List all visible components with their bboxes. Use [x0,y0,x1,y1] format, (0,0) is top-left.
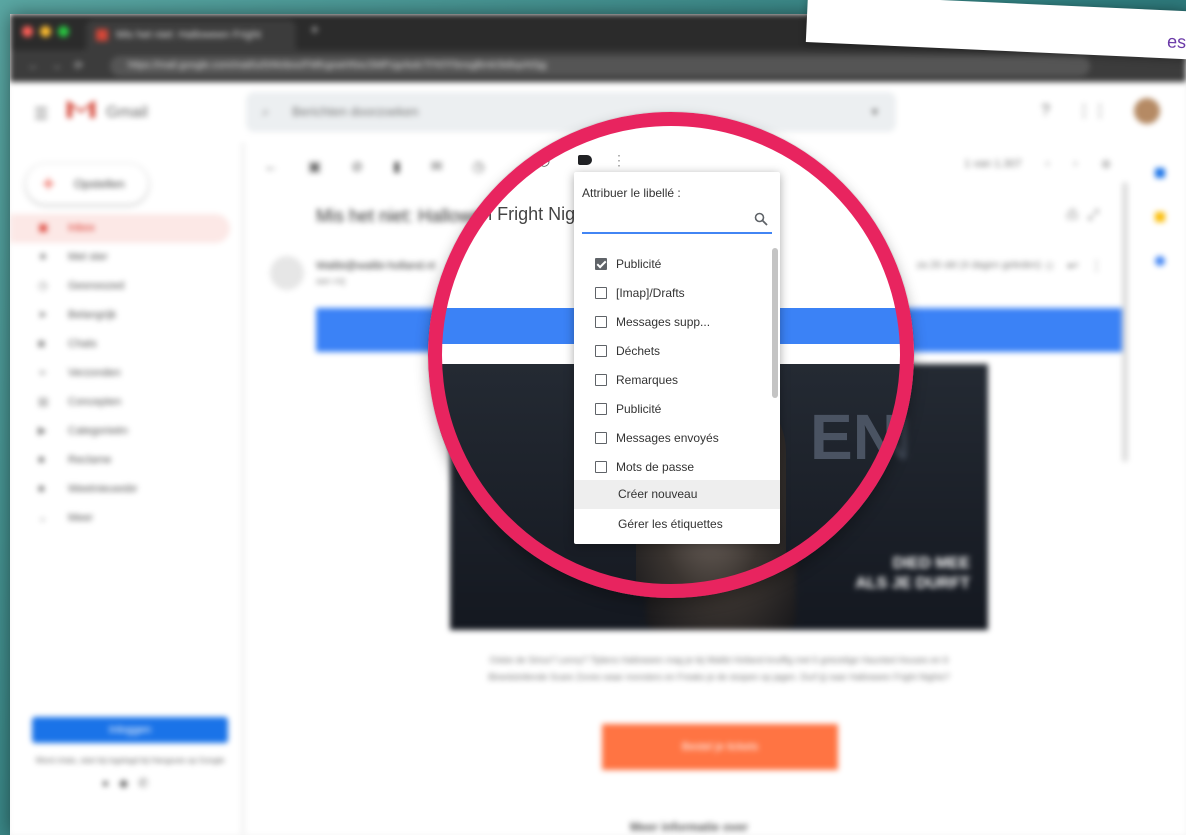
browser-tab[interactable]: Mis het niet: Halloween Fright [86,20,296,50]
settings-icon[interactable]: ⚙ [1101,158,1111,171]
new-tab-icon[interactable]: + [310,22,319,40]
sidebar-item-starred[interactable]: ★ Met ster [10,243,230,272]
clock-icon: ◷ [38,280,48,292]
maximize-window-icon[interactable] [58,26,69,37]
hangouts-signin-button[interactable]: Inloggen [32,717,228,743]
message-scrollbar[interactable] [1122,182,1128,462]
gmail-sidebar: + Opstellen ▣ Inbox ★ Met ster ◷ Gesnoozed … [10,142,240,835]
sidebar-item-drafts[interactable]: ▤ Concepten [10,388,230,417]
older-icon[interactable]: › [1073,158,1077,171]
sidebar-item-label: Verzonden [68,367,121,379]
account-avatar[interactable] [1134,98,1160,124]
compose-label: Opstellen [74,177,125,191]
chat-icon: ◙ [38,338,45,350]
sidebar-item-ads[interactable]: ■ Reclame [10,446,230,475]
sender-address: Walibi@walibi-holland.nl [316,260,435,272]
gmail-logo-text: Gmail [106,104,148,121]
star-icon: ★ [38,251,48,263]
browser-nav-icons[interactable]: ←→⟳ [28,59,95,72]
sidebar-item-label: Gesnoozed [68,280,125,292]
folder-list: ▣ Inbox ★ Met ster ◷ Gesnoozed ➤ Belangrijk … [10,214,230,533]
side-panel [1131,142,1186,835]
draft-icon: ▤ [38,396,49,408]
address-bar: ←→⟳ https://mail.google.com/mail/u/0/#in… [10,50,1186,82]
inbox-icon: ▣ [38,222,49,234]
window-controls [22,26,69,37]
sidebar-item-sent[interactable]: ➢ Verzonden [10,359,230,388]
header-actions: ? ⋮⋮ [1041,98,1160,124]
sidebar-item-label: Categorieën [68,425,128,437]
tasks-icon[interactable] [1155,256,1165,266]
sidebar-item-label: Meer [68,512,94,524]
sidebar-item-important[interactable]: ➤ Belangrijk [10,301,230,330]
compose-button[interactable]: + Opstellen [26,164,148,204]
keep-icon[interactable] [1155,212,1165,222]
sender-avatar [270,256,304,290]
label-icon: ■ [38,454,45,466]
gmail-favicon-icon [96,29,108,41]
sidebar-item-snoozed[interactable]: ◷ Gesnoozed [10,272,230,301]
newer-icon[interactable]: ‹ [1046,158,1050,171]
sidebar-item-label: Weetnieuwsbr [68,483,138,495]
minimize-window-icon[interactable] [40,26,51,37]
sidebar-item-more[interactable]: ⌄ Meer [10,504,230,533]
label-icon: ▶ [38,425,47,437]
pagination-count: 1 van 1.307 [964,158,1022,170]
buy-tickets-button[interactable]: Bestel je tickets [602,724,838,770]
label-icon: ■ [38,483,45,495]
send-icon: ➢ [38,367,48,379]
chevron-down-icon: ⌄ [38,512,48,524]
email-footer-text: Meer informatie over [630,820,749,834]
hangouts-note: Word chats, start bij ingelogd bij Hango… [35,756,225,765]
tab-title: Mis het niet: Halloween Fright [116,29,261,41]
hangouts-icons[interactable]: ●◆✆ [32,776,228,790]
sidebar-item-label: Chats [68,338,97,350]
main-menu-icon[interactable]: ☰ [34,104,48,124]
help-icon[interactable]: ? [1041,102,1050,120]
spam-icon[interactable]: ⊘ [351,158,363,175]
calendar-icon[interactable] [1155,168,1165,178]
hangouts-panel: Inloggen Word chats, start bij ingelogd … [32,717,228,790]
delete-icon[interactable]: ▮ [393,158,401,175]
message-date: za 26 okt (4 dagen geleden) [916,260,1041,271]
highlight-ring [428,112,914,598]
sidebar-item-chats[interactable]: ◙ Chats [10,330,230,359]
back-icon[interactable]: ← [264,158,278,175]
email-body-text: Ookie de Sirius? Lenny? Tijdens Hallowee… [488,655,950,682]
archive-icon[interactable]: ▣ [308,158,321,175]
overlay-note-text: esp [1166,31,1186,53]
sidebar-item-label: Belangrijk [68,309,117,321]
sidebar-item-inbox[interactable]: ▣ Inbox [10,214,230,243]
sidebar-item-label: Reclame [68,454,112,466]
url-field[interactable]: https://mail.google.com/mail/u/0/#inbox/… [110,56,1090,76]
close-window-icon[interactable] [22,26,33,37]
gmail-logo-icon [67,100,95,118]
sidebar-item-label: Met ster [68,251,108,263]
apps-icon[interactable]: ⋮⋮ [1076,101,1108,121]
message-actions[interactable]: ☆↩⋮ [1043,258,1115,274]
search-icon: ⌕ [262,104,270,119]
sidebar-item-label: Concepten [68,396,122,408]
recipient-line: aan mij [316,276,346,286]
search-placeholder: Berichten doorzoeken [292,104,419,119]
sidebar-item-categories[interactable]: ▶ Categorieën [10,417,230,446]
important-icon: ➤ [38,309,48,321]
compose-plus-icon: + [42,171,55,196]
sidebar-item-newsletters[interactable]: ■ Weetnieuwsbr [10,475,230,504]
subject-actions[interactable]: ⎙⤢ [1067,206,1109,223]
sidebar-item-label: Inbox [68,222,95,234]
pagination: 1 van 1.307 ‹ › ⚙ [964,158,1111,171]
